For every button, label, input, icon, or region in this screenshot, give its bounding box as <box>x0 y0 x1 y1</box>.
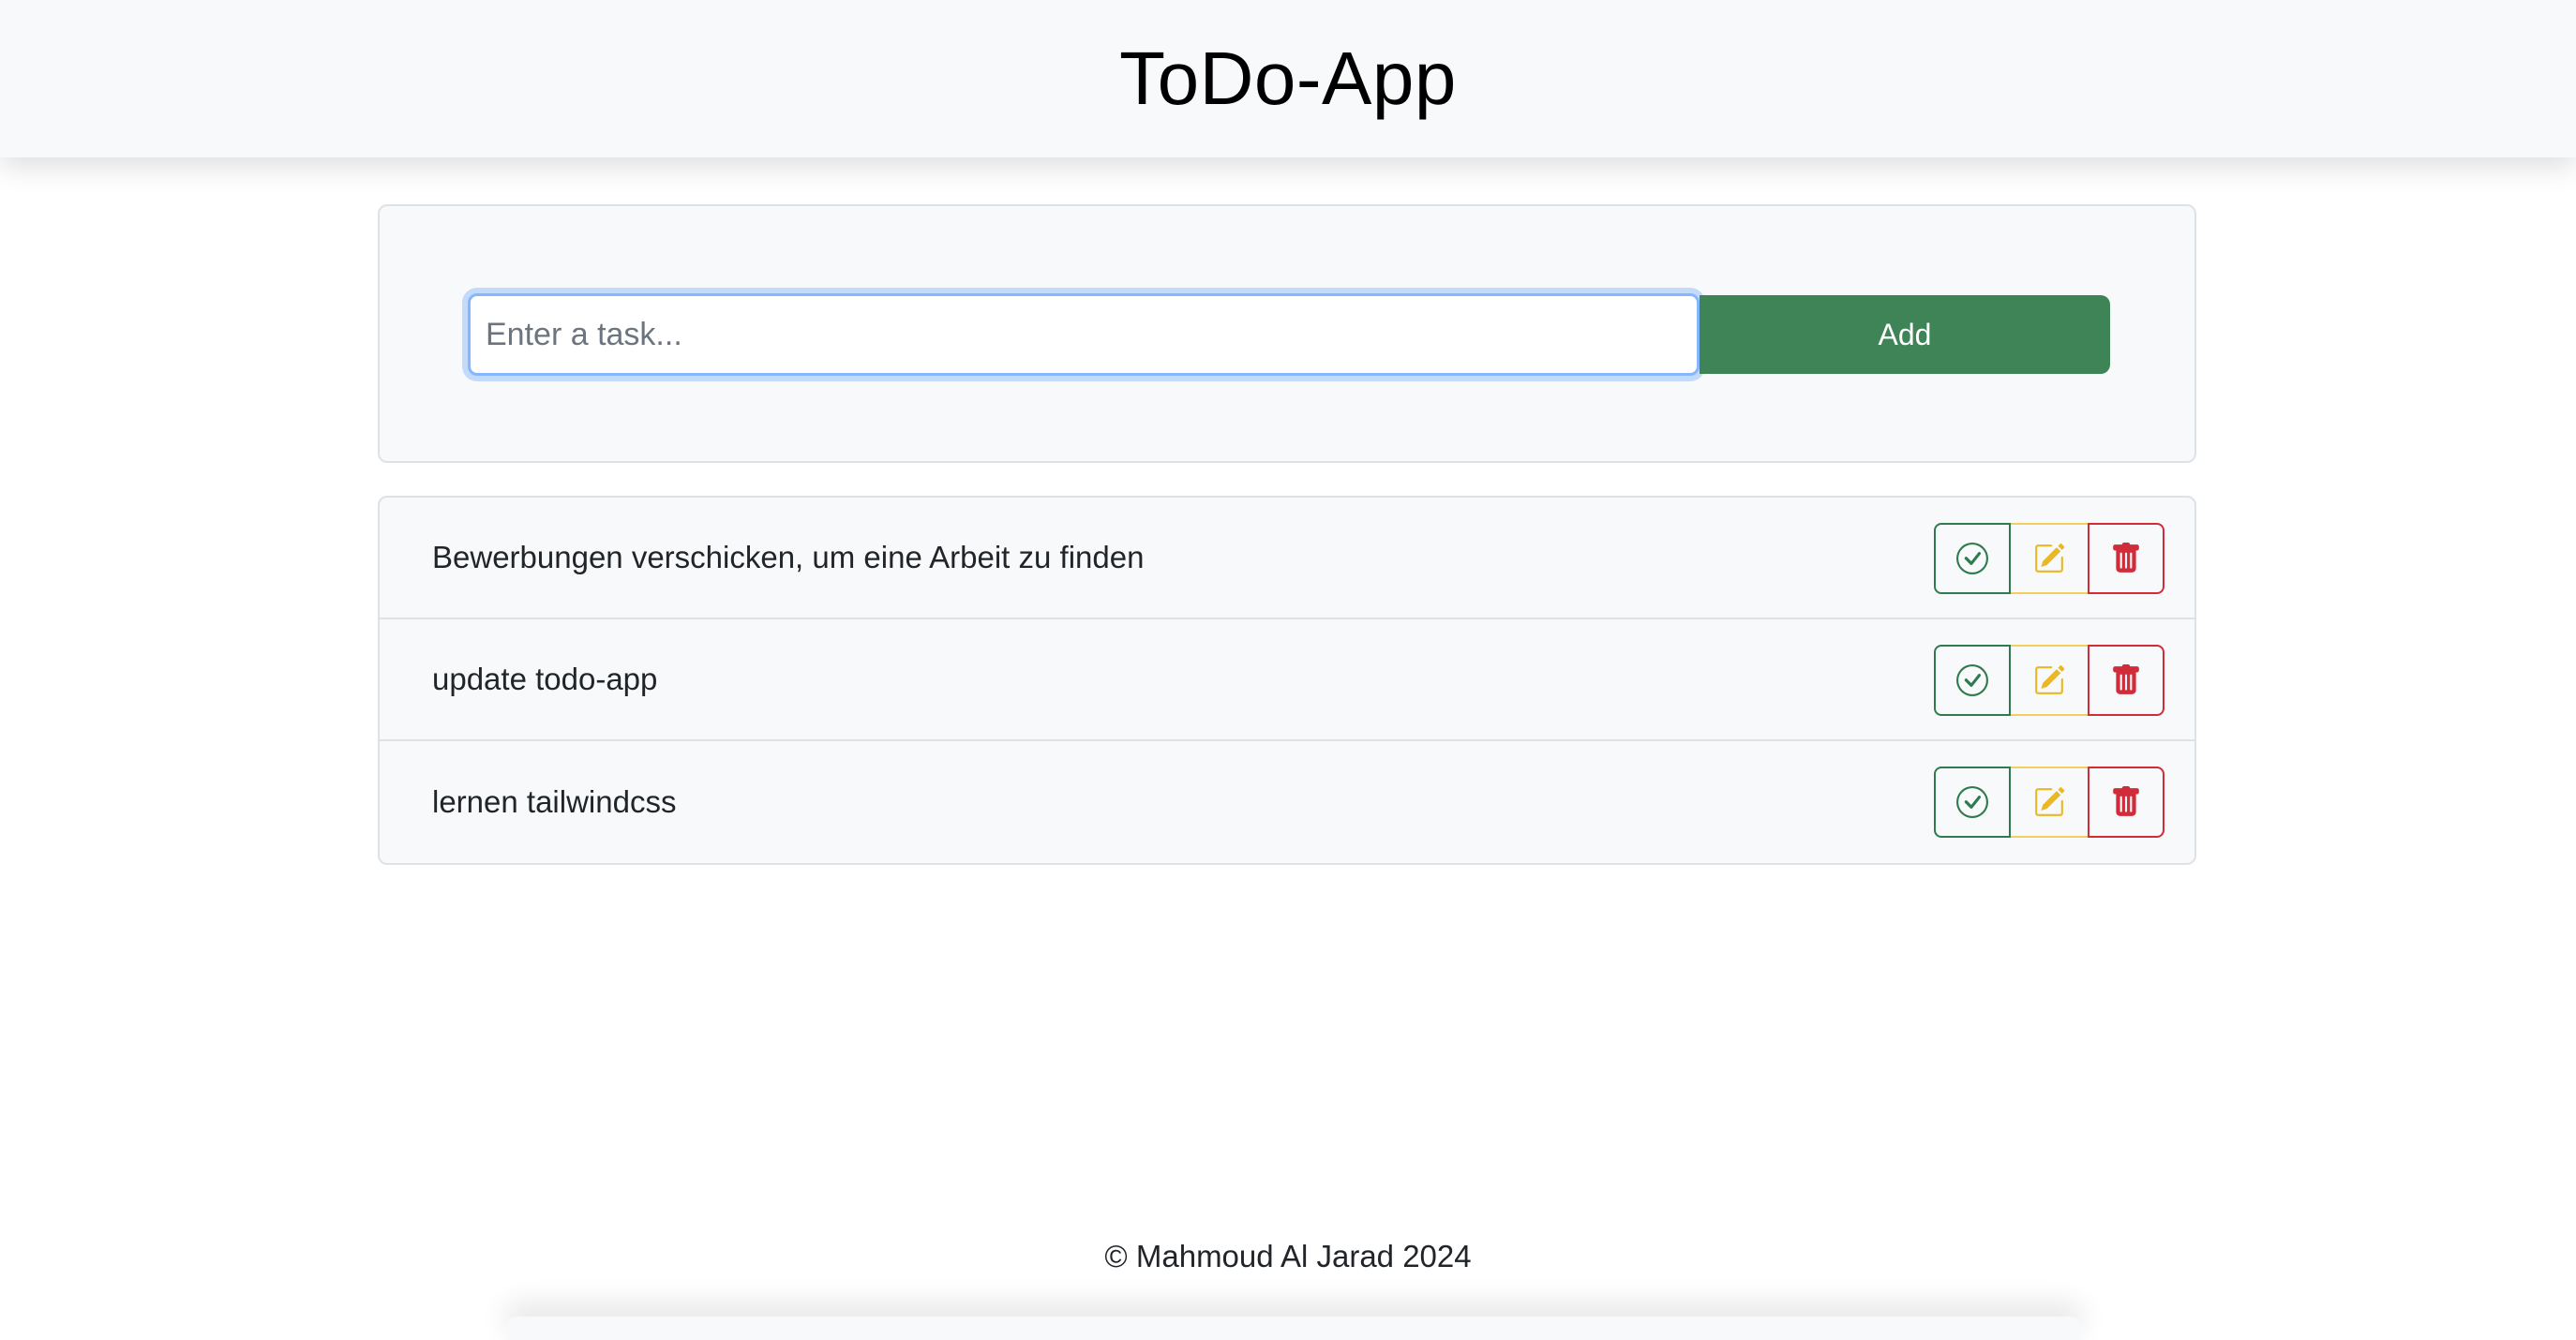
delete-task-button[interactable] <box>2088 523 2164 594</box>
delete-task-button[interactable] <box>2088 645 2164 716</box>
task-text: update todo-app <box>432 662 658 696</box>
todo-app-page: ToDo-App Add Bewerbungen verschicken, um… <box>0 0 2576 1340</box>
delete-task-button[interactable] <box>2088 767 2164 838</box>
task-text: Bewerbungen verschicken, um eine Arbeit … <box>432 540 1145 574</box>
check-circle-icon <box>1956 664 1988 696</box>
footer-copyright: © Mahmoud Al Jarad 2024 <box>1104 1239 1472 1273</box>
add-task-button[interactable]: Add <box>1700 295 2110 374</box>
trash-icon <box>2113 543 2139 573</box>
task-row: lernen tailwindcss <box>380 741 2194 863</box>
task-list: Bewerbungen verschicken, um eine Arbeit … <box>378 496 2196 865</box>
app-header: ToDo-App <box>0 0 2576 157</box>
trash-icon <box>2113 786 2139 816</box>
footer-bar <box>506 1317 2081 1340</box>
new-task-form: Add <box>378 204 2196 463</box>
trash-icon <box>2113 664 2139 694</box>
check-circle-icon <box>1956 543 1988 574</box>
task-row: Bewerbungen verschicken, um eine Arbeit … <box>380 498 2194 619</box>
task-row: update todo-app <box>380 619 2194 741</box>
edit-task-button[interactable] <box>2011 645 2088 716</box>
complete-task-button[interactable] <box>1934 767 2011 838</box>
task-actions <box>1934 645 2164 716</box>
pencil-square-icon <box>2035 543 2065 573</box>
complete-task-button[interactable] <box>1934 645 2011 716</box>
edit-task-button[interactable] <box>2011 523 2088 594</box>
task-input[interactable] <box>468 293 1700 376</box>
complete-task-button[interactable] <box>1934 523 2011 594</box>
edit-task-button[interactable] <box>2011 767 2088 838</box>
task-text: lernen tailwindcss <box>432 784 677 819</box>
pencil-square-icon <box>2035 665 2065 694</box>
task-actions <box>1934 523 2164 594</box>
task-actions <box>1934 767 2164 838</box>
pencil-square-icon <box>2035 787 2065 816</box>
check-circle-icon <box>1956 786 1988 818</box>
page-title: ToDo-App <box>1119 37 1457 120</box>
